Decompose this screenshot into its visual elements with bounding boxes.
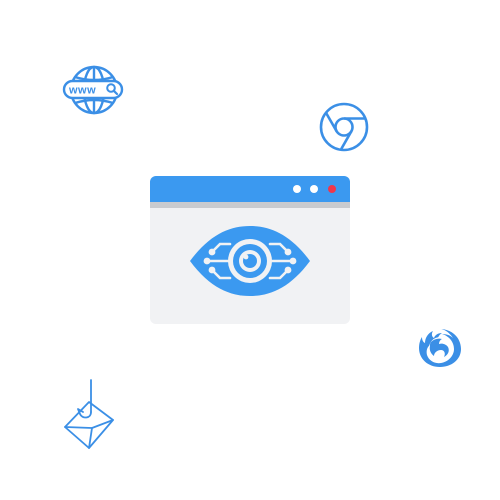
window-dot-close xyxy=(328,185,336,193)
illustration-canvas: www xyxy=(0,0,500,500)
globe-www-icon: www xyxy=(62,62,126,118)
window-dot-maximize xyxy=(310,185,318,193)
phishing-hook-icon xyxy=(62,378,116,454)
browser-window xyxy=(150,176,350,324)
window-dot-minimize xyxy=(293,185,301,193)
browser-titlebar xyxy=(150,176,350,202)
firefox-icon xyxy=(416,325,464,369)
www-label: www xyxy=(68,85,96,97)
chrome-icon xyxy=(318,101,370,153)
surveillance-eye-icon xyxy=(186,222,314,300)
titlebar-divider xyxy=(150,202,350,208)
